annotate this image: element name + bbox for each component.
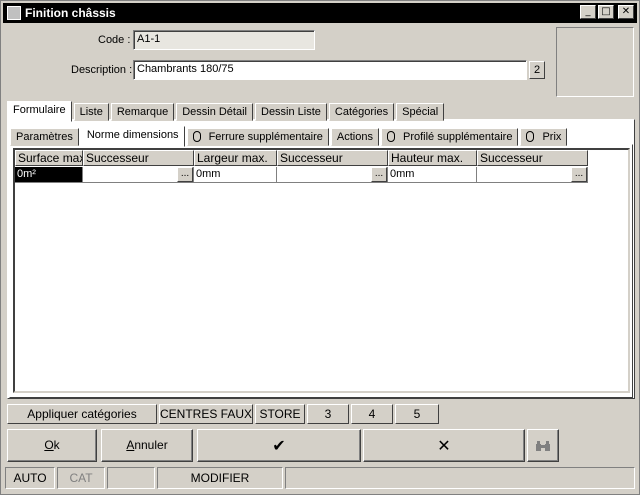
tab-prix[interactable]: Prix — [520, 128, 568, 146]
table-row[interactable]: 0m² ... 0mm ... 0mm ... — [15, 167, 588, 183]
cell-largeur-max[interactable]: 0mm — [194, 167, 277, 183]
window-title: Finition châssis — [25, 6, 116, 20]
status-mode: MODIFIER — [157, 467, 283, 489]
tab-label: Remarque — [116, 106, 169, 118]
tab-dessin-detail[interactable]: Dessin Détail — [176, 103, 253, 121]
tab-actions[interactable]: Actions — [330, 128, 379, 146]
confirm-button[interactable]: ✔ — [197, 429, 361, 462]
paperclip-icon — [526, 131, 535, 142]
paperclip-icon — [192, 131, 201, 142]
cell-successeur[interactable]: ... — [477, 167, 588, 183]
cross-icon: ✕ — [437, 436, 451, 455]
dimensions-grid[interactable]: Surface max. Successeur Largeur max. Suc… — [13, 148, 630, 393]
cell-hauteur-max[interactable]: 0mm — [388, 167, 477, 183]
tab-norme-dimensions[interactable]: Norme dimensions — [80, 126, 185, 147]
grid-header-row: Surface max. Successeur Largeur max. Suc… — [15, 150, 588, 166]
tab-label: Paramètres — [16, 131, 73, 143]
browse-button[interactable]: ... — [571, 167, 587, 182]
cancel-label: nnuler — [134, 438, 168, 452]
code-label: Code : — [98, 34, 131, 46]
column-header-successeur[interactable]: Successeur — [83, 150, 194, 166]
column-header-hauteur-max[interactable]: Hauteur max. — [388, 150, 477, 166]
status-cat: CAT — [57, 467, 105, 489]
binoculars-icon — [536, 440, 550, 451]
tab-remarque[interactable]: Remarque — [110, 103, 175, 121]
column-header-successeur[interactable]: Successeur — [477, 150, 588, 166]
browse-button[interactable]: ... — [371, 167, 387, 182]
cell-successeur[interactable]: ... — [83, 167, 194, 183]
option-4-button[interactable]: 4 — [351, 404, 393, 424]
close-button[interactable]: ✕ — [618, 5, 634, 19]
ok-mnemonic: O — [44, 438, 54, 452]
search-button[interactable] — [527, 429, 559, 462]
tab-label: Ferrure supplémentaire — [208, 131, 323, 143]
description-field[interactable]: Chambrants 180/75 — [133, 60, 527, 80]
cell-surface-max[interactable]: 0m² — [15, 167, 83, 183]
cancel-button[interactable]: Annuler — [101, 429, 193, 462]
app-icon — [7, 6, 21, 20]
tab-ferrure-supplementaire[interactable]: Ferrure supplémentaire — [186, 128, 329, 146]
option-3-button[interactable]: 3 — [307, 404, 349, 424]
status-message — [285, 467, 635, 489]
tab-dessin-liste[interactable]: Dessin Liste — [255, 103, 327, 121]
minimize-button[interactable]: _ — [580, 5, 596, 19]
tab-label: Dessin Liste — [261, 106, 321, 118]
tab-label: Formulaire — [13, 104, 66, 116]
description-label: Description : — [71, 64, 133, 76]
tab-parametres[interactable]: Paramètres — [10, 128, 79, 146]
tab-label: Prix — [542, 131, 562, 143]
tab-special[interactable]: Spécial — [396, 103, 445, 121]
picture-frame — [556, 27, 634, 97]
description-language-button[interactable]: 2 — [529, 61, 545, 79]
tab-categories[interactable]: Catégories — [328, 103, 395, 121]
sub-tabs: Paramètres Norme dimensions Ferrure supp… — [10, 125, 569, 147]
code-field[interactable]: A1-1 — [133, 30, 315, 50]
main-tabs: Formulaire Liste Remarque Dessin Détail … — [7, 100, 446, 122]
maximize-button[interactable]: □ — [598, 5, 614, 19]
tab-formulaire[interactable]: Formulaire — [7, 101, 72, 122]
status-auto: AUTO — [5, 467, 55, 489]
column-header-largeur-max[interactable]: Largeur max. — [194, 150, 277, 166]
tab-label: Spécial — [402, 106, 439, 118]
ok-label: k — [53, 438, 60, 452]
browse-button[interactable]: ... — [177, 167, 193, 182]
column-header-successeur[interactable]: Successeur — [277, 150, 388, 166]
store-button[interactable]: STORE — [255, 404, 305, 424]
check-icon: ✔ — [272, 436, 286, 455]
tab-label: Catégories — [334, 106, 389, 118]
window-controls: _ □ ✕ — [580, 5, 634, 19]
title-bar[interactable]: Finition châssis _ □ ✕ — [3, 3, 637, 23]
tab-label: Liste — [79, 106, 103, 118]
tab-label: Actions — [336, 131, 373, 143]
cell-successeur[interactable]: ... — [277, 167, 388, 183]
tab-liste[interactable]: Liste — [73, 103, 109, 121]
apply-categories-button[interactable]: Appliquer catégories — [7, 404, 157, 424]
status-blank — [107, 467, 155, 489]
column-header-surface-max[interactable]: Surface max. — [15, 150, 83, 166]
ok-button[interactable]: Ok — [7, 429, 97, 462]
reject-button[interactable]: ✕ — [363, 429, 525, 462]
tab-label: Profilé supplémentaire — [402, 131, 513, 143]
tab-label: Norme dimensions — [86, 129, 179, 141]
tab-profile-supplementaire[interactable]: Profilé supplémentaire — [380, 128, 519, 146]
window: Finition châssis _ □ ✕ Code : A1-1 Descr… — [0, 0, 640, 495]
option-5-button[interactable]: 5 — [395, 404, 439, 424]
paperclip-icon — [386, 131, 395, 142]
centres-faux-button[interactable]: CENTRES FAUX — [159, 404, 253, 424]
tab-label: Dessin Détail — [182, 106, 247, 118]
